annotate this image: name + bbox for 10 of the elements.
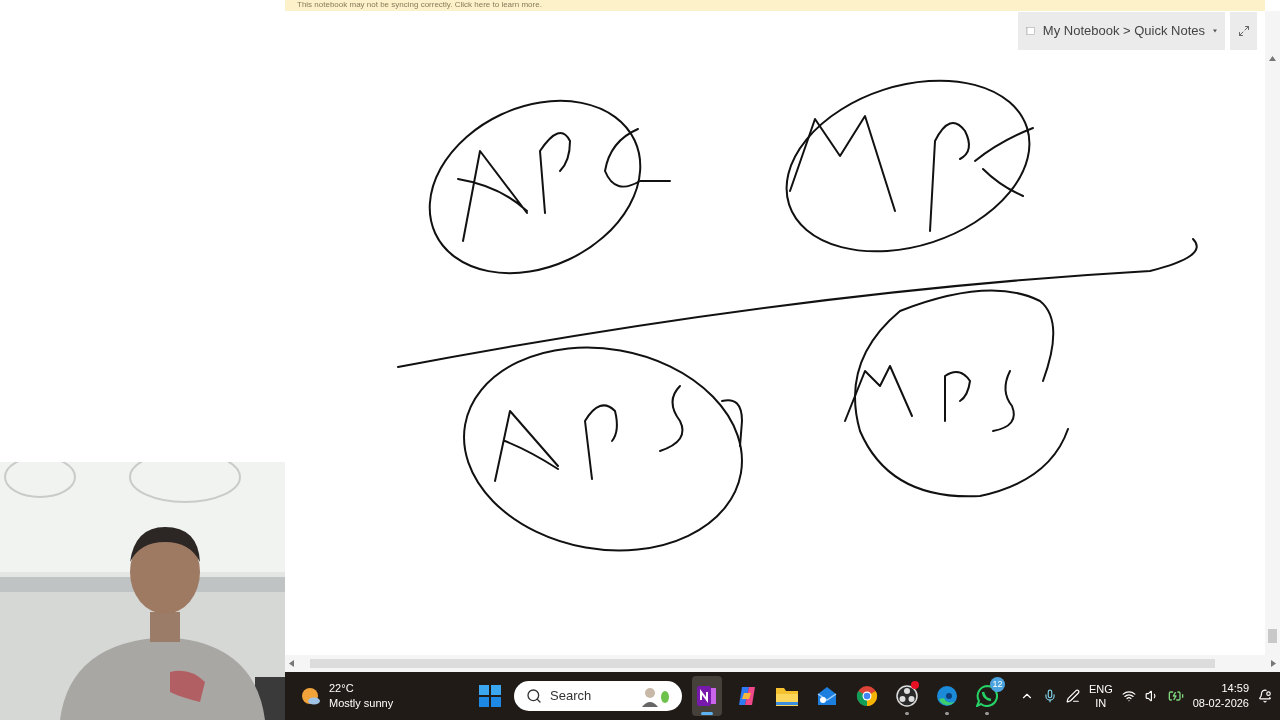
clock-button[interactable]: 14:59 08-02-2026: [1192, 681, 1249, 711]
sync-warning-banner[interactable]: This notebook may not be syncing correctly. Click here to learn more.: [285, 0, 1265, 11]
sync-warning-text[interactable]: This notebook may not be syncing correctly. Click here to learn more.: [297, 0, 542, 9]
weather-condition-text: Mostly sunny: [329, 696, 394, 711]
input-language-button[interactable]: ENG IN: [1088, 682, 1113, 710]
search-placeholder: Search: [550, 687, 592, 706]
notification-count: 12: [990, 677, 1005, 692]
notebook-breadcrumb[interactable]: My Notebook > Quick Notes: [1018, 12, 1225, 50]
search-field[interactable]: Search: [514, 681, 682, 711]
temperature-text: 22°C: [329, 681, 355, 696]
